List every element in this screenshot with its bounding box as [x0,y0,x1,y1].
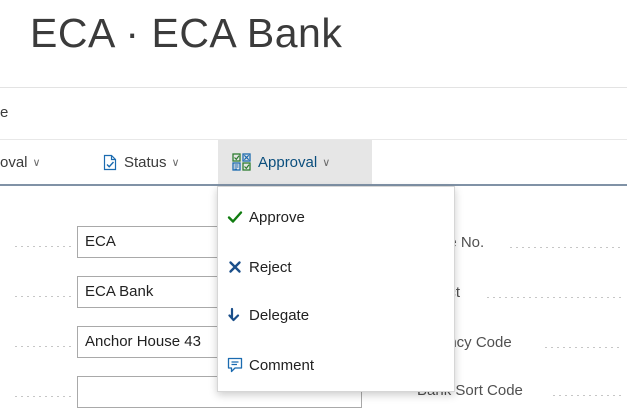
menu-item-approve[interactable]: Approve [227,205,305,229]
menu-item-label: Delegate [249,306,310,324]
x-icon [227,259,243,275]
field-leader-dots [15,396,73,397]
chevron-down-icon: ∨ [32,156,41,169]
menu-item-label: Reject [249,258,292,276]
page-title: ECA · ECA Bank [30,10,343,56]
checkmark-icon [227,209,243,225]
approval-grid-icon [232,153,252,171]
menu-item-reject[interactable]: Reject [227,255,292,279]
chevron-down-icon: ∨ [322,156,331,169]
comment-icon [227,357,243,373]
approval-label: Approval [258,153,318,171]
menu-item-label: Approve [249,208,305,226]
approval-actions-menu-button[interactable]: oval ∨ [0,140,41,184]
menu-item-label: Comment [249,356,315,374]
field-leader-dots [545,347,622,348]
menu-item-delegate[interactable]: Delegate [227,303,309,327]
field-leader-dots [510,247,622,248]
field-leader-dots [15,346,73,347]
field-leader-dots [15,296,73,297]
tab-fragment[interactable]: e [0,104,8,121]
document-status-icon [102,154,118,171]
approval-actions-label: oval [0,153,28,171]
status-label: Status [124,153,167,171]
approval-menu-button[interactable]: Approval ∨ [218,140,372,184]
field-leader-dots [15,246,73,247]
menu-item-comment[interactable]: Comment [227,353,314,377]
field-leader-dots [553,395,622,396]
chevron-down-icon: ∨ [171,156,180,169]
delegate-arrow-icon [227,307,243,323]
status-menu-button[interactable]: Status ∨ [102,140,180,184]
field-leader-dots [487,297,622,298]
divider [0,87,627,88]
approval-dropdown-menu: Approve Reject Delegate Comment [217,186,455,392]
